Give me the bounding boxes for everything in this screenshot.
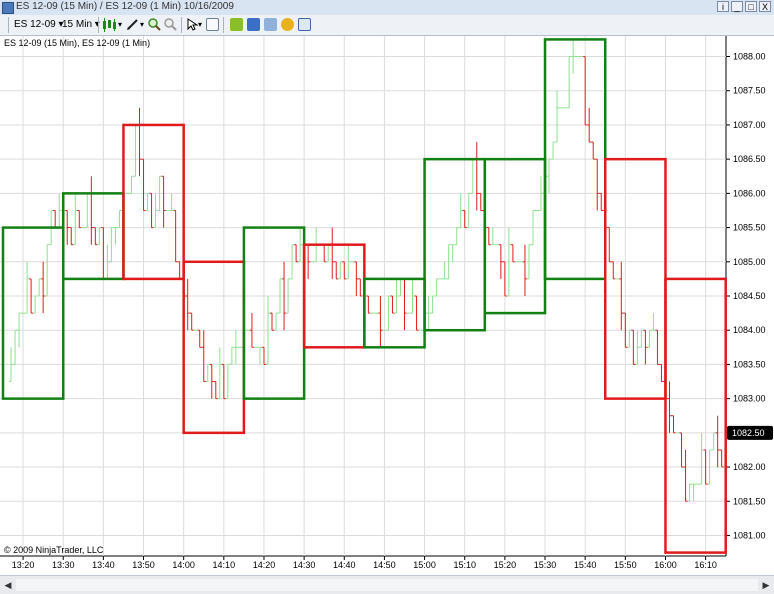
window-icon[interactable]: [298, 18, 311, 31]
minimize-button[interactable]: _: [731, 1, 743, 12]
time-tick-label: 14:20: [253, 560, 276, 570]
zoom-out-icon[interactable]: [164, 18, 177, 31]
maximize-button[interactable]: □: [745, 1, 757, 12]
time-tick-label: 15:20: [494, 560, 517, 570]
price-tick-label: 1081.00: [733, 530, 766, 540]
zoom-in-icon[interactable]: [148, 18, 161, 31]
window-titlebar: ES 12-09 (15 Min) / ES 12-09 (1 Min) 10/…: [0, 0, 774, 16]
time-tick-label: 13:40: [92, 560, 115, 570]
chevron-down-icon[interactable]: ▾: [198, 18, 202, 32]
time-tick-label: 15:50: [614, 560, 637, 570]
chevron-down-icon[interactable]: ▾: [140, 18, 144, 32]
candlestick-style-icon[interactable]: [102, 18, 116, 32]
instrument-selector[interactable]: ES 12-09 ▾: [14, 18, 64, 32]
interval-selector[interactable]: 15 Min ▾: [62, 18, 100, 32]
price-tick-label: 1083.50: [733, 359, 766, 369]
properties-icon[interactable]: [206, 18, 219, 31]
time-tick-label: 16:00: [654, 560, 677, 570]
time-tick-label: 14:40: [333, 560, 356, 570]
price-tick-label: 1084.00: [733, 325, 766, 335]
time-tick-label: 14:10: [213, 560, 236, 570]
instrument-label: ES 12-09: [14, 19, 56, 30]
copyright-notice: © 2009 NinjaTrader, LLC: [4, 545, 104, 555]
toolbar-separator: [98, 17, 99, 33]
time-tick-label: 15:10: [453, 560, 476, 570]
price-tick-label: 1084.50: [733, 291, 766, 301]
price-tick-label: 1087.00: [733, 120, 766, 130]
scroll-right-icon[interactable]: ▶: [759, 578, 773, 592]
chart-toolbar: ES 12-09 ▾ 15 Min ▾ ▾ ▾ ▾: [0, 15, 774, 36]
scroll-track[interactable]: [16, 579, 758, 591]
chevron-down-icon[interactable]: ▾: [118, 18, 122, 32]
time-tick-label: 13:30: [52, 560, 75, 570]
price-chart[interactable]: 1081.00 1081.50 1082.00 1082.50 1083.00 1083.…: [0, 36, 774, 575]
toolbar-separator: [181, 17, 182, 33]
window-title: ES 12-09 (15 Min) / ES 12-09 (1 Min) 10/…: [16, 1, 234, 12]
time-tick-label: 14:00: [172, 560, 195, 570]
price-tick-label: 1088.00: [733, 52, 766, 62]
price-tick-label: 1085.50: [733, 223, 766, 233]
coin-icon[interactable]: [281, 18, 294, 31]
time-tick-label: 14:30: [293, 560, 316, 570]
price-tick-label: 1086.50: [733, 154, 766, 164]
close-button[interactable]: X: [759, 1, 771, 12]
time-tick-label: 14:50: [373, 560, 396, 570]
time-tick-label: 13:50: [132, 560, 155, 570]
chart-panel[interactable]: 1081.00 1081.50 1082.00 1082.50 1083.00 1083.…: [0, 36, 774, 575]
strategy-icon[interactable]: [230, 18, 243, 31]
price-tick-label: 1087.50: [733, 86, 766, 96]
time-tick-label: 15:30: [534, 560, 557, 570]
time-tick-label: 16:10: [694, 560, 717, 570]
horizontal-scrollbar[interactable]: ◀ ▶: [0, 575, 774, 594]
chart-caption: ES 12-09 (15 Min), ES 12-09 (1 Min): [4, 38, 151, 48]
price-tick-label: 1086.00: [733, 188, 766, 198]
last-price-label: 1082.50: [732, 428, 765, 438]
info-button[interactable]: i: [717, 1, 729, 12]
indicator-icon[interactable]: [264, 18, 277, 31]
price-tick-label: 1085.00: [733, 257, 766, 267]
price-tick-label: 1082.00: [733, 462, 766, 472]
time-tick-label: 15:00: [413, 560, 436, 570]
time-tick-label: 13:20: [12, 560, 35, 570]
toolbar-separator: [8, 17, 9, 33]
time-tick-label: 15:40: [574, 560, 597, 570]
app-icon: [2, 2, 14, 14]
chart-icon[interactable]: [247, 18, 260, 31]
pencil-draw-icon[interactable]: [126, 18, 139, 31]
price-tick-label: 1081.50: [733, 496, 766, 506]
interval-label: 15 Min: [62, 19, 93, 30]
scroll-left-icon[interactable]: ◀: [1, 578, 15, 592]
price-tick-label: 1083.00: [733, 394, 766, 404]
toolbar-separator: [223, 17, 224, 33]
